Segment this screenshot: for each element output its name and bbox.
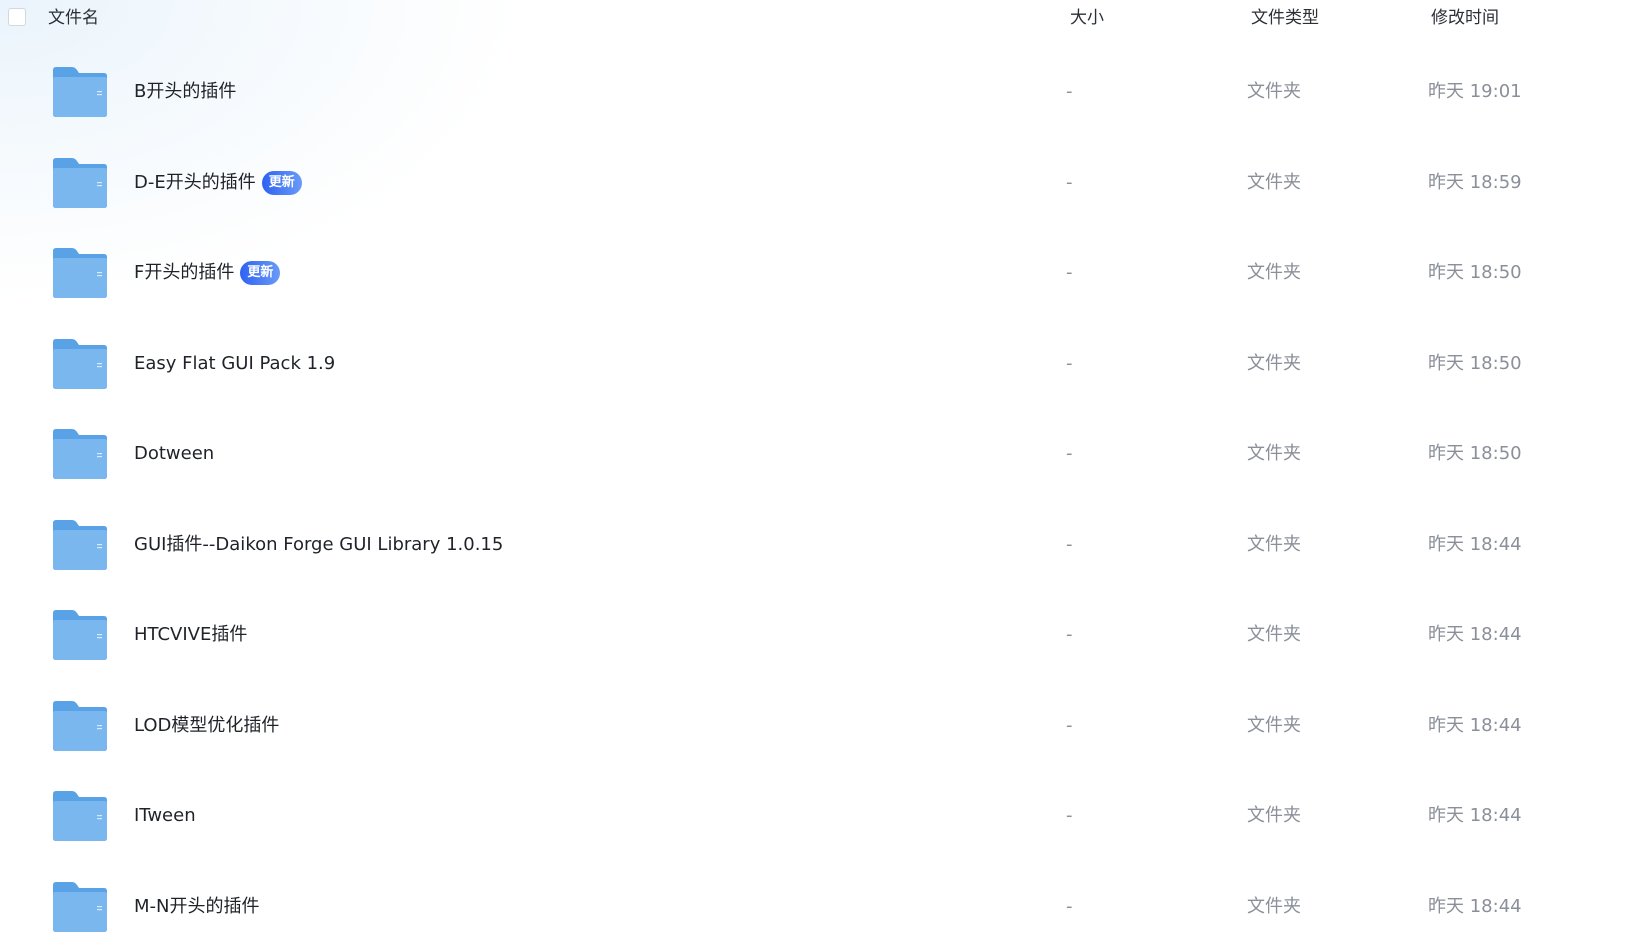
file-type: 文件夹 <box>1247 896 1301 917</box>
file-name[interactable]: LOD模型优化插件 <box>134 712 279 740</box>
file-name-cell: B开头的插件 <box>134 78 236 106</box>
file-row[interactable]: Easy Flat GUI Pack 1.9 - 文件夹 昨天 18:50 <box>0 318 1638 408</box>
column-header-modified-time[interactable]: 修改时间 <box>1431 7 1499 29</box>
folder-icon <box>52 519 108 571</box>
file-modified-time: 昨天 18:50 <box>1428 353 1522 374</box>
file-modified-time: 昨天 18:50 <box>1428 262 1522 283</box>
file-name[interactable]: ITween <box>134 802 196 830</box>
file-size: - <box>1066 805 1073 826</box>
file-modified-time: 昨天 18:44 <box>1428 534 1522 555</box>
file-list-page: 文件名 大小 文件类型 修改时间 B开头的插件 - 文件夹 昨天 19:01 D-E开头… <box>0 0 1638 945</box>
update-badge: 更新 <box>240 261 281 285</box>
file-modified-time: 昨天 18:44 <box>1428 715 1522 736</box>
file-name[interactable]: HTCVIVE插件 <box>134 621 247 649</box>
file-type: 文件夹 <box>1247 353 1301 374</box>
file-modified-time: 昨天 19:01 <box>1428 81 1522 102</box>
file-row[interactable]: F开头的插件 更新 - 文件夹 昨天 18:50 <box>0 227 1638 317</box>
file-name-cell: LOD模型优化插件 <box>134 712 279 740</box>
file-name[interactable]: Dotween <box>134 440 214 468</box>
folder-icon <box>52 428 108 480</box>
file-type: 文件夹 <box>1247 805 1301 826</box>
file-size: - <box>1066 353 1073 374</box>
file-type: 文件夹 <box>1247 172 1301 193</box>
folder-icon <box>52 157 108 209</box>
file-name[interactable]: M-N开头的插件 <box>134 893 260 921</box>
update-badge: 更新 <box>261 171 302 195</box>
file-size: - <box>1066 896 1073 917</box>
file-type: 文件夹 <box>1247 624 1301 645</box>
file-row[interactable]: B开头的插件 - 文件夹 昨天 19:01 <box>0 46 1638 136</box>
file-name-cell: Dotween <box>134 440 214 468</box>
file-name[interactable]: F开头的插件 <box>134 259 234 287</box>
file-name-cell: F开头的插件 更新 <box>134 259 281 287</box>
file-size: - <box>1066 443 1073 464</box>
file-name-cell: D-E开头的插件 更新 <box>134 169 302 197</box>
file-row[interactable]: ITween - 文件夹 昨天 18:44 <box>0 770 1638 860</box>
file-type: 文件夹 <box>1247 443 1301 464</box>
file-row[interactable]: Dotween - 文件夹 昨天 18:50 <box>0 408 1638 498</box>
file-size: - <box>1066 715 1073 736</box>
file-size: - <box>1066 534 1073 555</box>
file-modified-time: 昨天 18:59 <box>1428 172 1522 193</box>
file-size: - <box>1066 262 1073 283</box>
file-type: 文件夹 <box>1247 262 1301 283</box>
folder-icon <box>52 609 108 661</box>
column-header-name[interactable]: 文件名 <box>48 7 99 29</box>
file-row[interactable]: LOD模型优化插件 - 文件夹 昨天 18:44 <box>0 680 1638 770</box>
file-modified-time: 昨天 18:44 <box>1428 624 1522 645</box>
file-name-cell: GUI插件--Daikon Forge GUI Library 1.0.15 <box>134 531 503 559</box>
file-type: 文件夹 <box>1247 81 1301 102</box>
column-header-size[interactable]: 大小 <box>1070 7 1104 29</box>
select-all-checkbox[interactable] <box>8 8 26 26</box>
file-row[interactable]: GUI插件--Daikon Forge GUI Library 1.0.15 - 文… <box>0 499 1638 589</box>
file-name-cell: M-N开头的插件 <box>134 893 260 921</box>
file-row[interactable]: M-N开头的插件 - 文件夹 昨天 18:44 <box>0 861 1638 945</box>
column-header-type[interactable]: 文件类型 <box>1251 7 1319 29</box>
file-row[interactable]: HTCVIVE插件 - 文件夹 昨天 18:44 <box>0 589 1638 679</box>
file-modified-time: 昨天 18:44 <box>1428 896 1522 917</box>
file-type: 文件夹 <box>1247 534 1301 555</box>
folder-icon <box>52 66 108 118</box>
folder-icon <box>52 247 108 299</box>
file-row[interactable]: D-E开头的插件 更新 - 文件夹 昨天 18:59 <box>0 137 1638 227</box>
file-name-cell: HTCVIVE插件 <box>134 621 247 649</box>
file-name[interactable]: D-E开头的插件 <box>134 169 256 197</box>
file-name[interactable]: B开头的插件 <box>134 78 236 106</box>
folder-icon <box>52 790 108 842</box>
file-size: - <box>1066 624 1073 645</box>
file-name-cell: Easy Flat GUI Pack 1.9 <box>134 350 335 378</box>
file-size: - <box>1066 172 1073 193</box>
folder-icon <box>52 881 108 933</box>
file-type: 文件夹 <box>1247 715 1301 736</box>
file-modified-time: 昨天 18:50 <box>1428 443 1522 464</box>
file-name[interactable]: GUI插件--Daikon Forge GUI Library 1.0.15 <box>134 531 503 559</box>
folder-icon <box>52 338 108 390</box>
file-name[interactable]: Easy Flat GUI Pack 1.9 <box>134 350 335 378</box>
file-modified-time: 昨天 18:44 <box>1428 805 1522 826</box>
file-size: - <box>1066 81 1073 102</box>
file-name-cell: ITween <box>134 802 196 830</box>
file-list-header: 文件名 大小 文件类型 修改时间 <box>0 0 1638 36</box>
folder-icon <box>52 700 108 752</box>
